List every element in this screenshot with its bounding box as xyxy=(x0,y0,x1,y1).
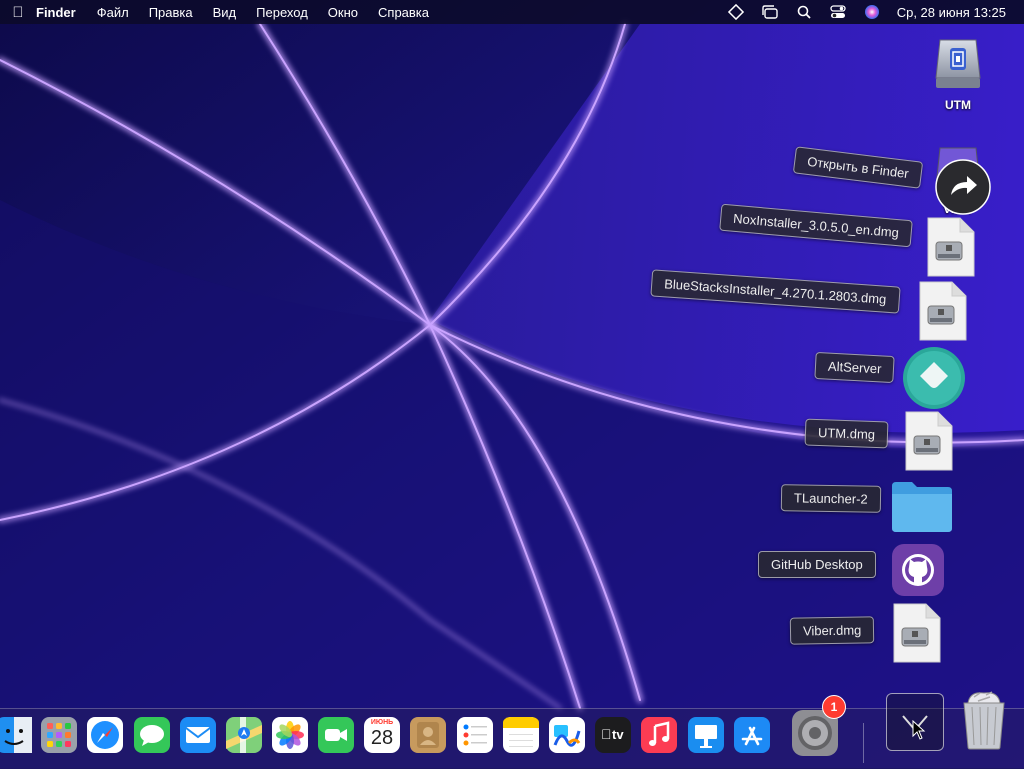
dock-notes[interactable] xyxy=(503,717,539,753)
dmg-file-icon xyxy=(927,217,975,277)
mouse-cursor-icon xyxy=(912,720,926,740)
menu-view[interactable]: Вид xyxy=(213,5,237,20)
dock-separator xyxy=(863,723,864,763)
dock-keynote[interactable] xyxy=(688,717,724,753)
menu-app-finder[interactable]: Finder xyxy=(36,5,76,20)
desktop-item-utm[interactable]: UTM xyxy=(922,34,994,112)
stack-item-label: TLauncher-2 xyxy=(780,484,881,513)
dock-freeform[interactable] xyxy=(549,717,585,753)
apple-logo-icon:  xyxy=(601,726,612,742)
external-drive-icon xyxy=(935,39,981,88)
apple-logo-icon[interactable]:  xyxy=(0,4,36,21)
search-icon[interactable] xyxy=(787,0,821,24)
menu-file[interactable]: Файл xyxy=(97,5,129,20)
dock-tv[interactable]:  tv xyxy=(595,717,631,753)
stack-item-label: GitHub Desktop xyxy=(758,551,876,578)
menu-clock[interactable]: Ср, 28 июня 13:25 xyxy=(889,5,1024,20)
messages-icon xyxy=(134,717,170,753)
calendar-day: 28 xyxy=(370,727,394,749)
menu-go[interactable]: Переход xyxy=(256,5,308,20)
tv-label: tv xyxy=(612,727,624,742)
stack-item-label: UTM.dmg xyxy=(804,418,889,449)
photos-icon xyxy=(272,717,308,753)
mail-icon xyxy=(180,717,216,753)
notes-icon xyxy=(503,717,539,753)
dmg-file-icon xyxy=(893,603,941,663)
dock-app-store[interactable] xyxy=(734,717,770,753)
github-desktop-icon xyxy=(892,544,944,596)
launchpad-icon xyxy=(41,717,77,753)
contacts-icon xyxy=(410,717,446,753)
dock-photos[interactable] xyxy=(272,717,308,753)
trash-icon xyxy=(963,691,1005,750)
stack-item-label: AltServer xyxy=(814,351,896,384)
siri-icon[interactable] xyxy=(855,0,889,24)
diamond-icon[interactable] xyxy=(719,0,753,24)
safari-icon xyxy=(87,717,123,753)
folder-icon xyxy=(892,482,952,532)
dock-contacts[interactable] xyxy=(410,717,446,753)
dock-reminders[interactable] xyxy=(457,717,493,753)
keynote-icon xyxy=(688,717,724,753)
menu-window[interactable]: Окно xyxy=(328,5,358,20)
control-center-icon[interactable] xyxy=(821,0,855,24)
settings-notification-badge: 1 xyxy=(822,695,846,719)
dock-facetime[interactable] xyxy=(318,717,354,753)
app-store-icon xyxy=(734,717,770,753)
dock: ИЮНЬ 28  tv xyxy=(0,691,1024,769)
music-icon xyxy=(641,717,677,753)
dock-calendar[interactable]: ИЮНЬ 28 xyxy=(364,717,400,753)
dock-finder[interactable] xyxy=(0,717,32,753)
dmg-file-icon xyxy=(919,281,967,341)
calendar-month: ИЮНЬ xyxy=(370,719,394,726)
desktop-item-label: UTM xyxy=(945,98,971,112)
altserver-app-icon xyxy=(903,347,965,409)
facetime-icon xyxy=(318,717,354,753)
dock-trash[interactable] xyxy=(960,689,1008,751)
maps-icon xyxy=(226,717,262,753)
dock-messages[interactable] xyxy=(134,717,170,753)
dock-music[interactable] xyxy=(641,717,677,753)
dock-safari[interactable] xyxy=(87,717,123,753)
dmg-file-icon xyxy=(905,411,953,471)
menu-bar:  Finder Файл Правка Вид Переход Окно Сп… xyxy=(0,0,1024,24)
dock-mail[interactable] xyxy=(180,717,216,753)
stack-item-label: Viber.dmg xyxy=(789,616,875,645)
reminders-icon xyxy=(457,717,493,753)
window-switch-icon[interactable] xyxy=(753,0,787,24)
desktop-wallpaper xyxy=(0,0,1024,768)
dock-launchpad[interactable] xyxy=(41,717,77,753)
dock-maps[interactable] xyxy=(226,717,262,753)
finder-icon xyxy=(0,717,32,753)
open-in-finder-arrow-icon[interactable] xyxy=(934,158,992,216)
menu-edit[interactable]: Правка xyxy=(149,5,193,20)
freeform-icon xyxy=(549,717,585,753)
menu-help[interactable]: Справка xyxy=(378,5,429,20)
